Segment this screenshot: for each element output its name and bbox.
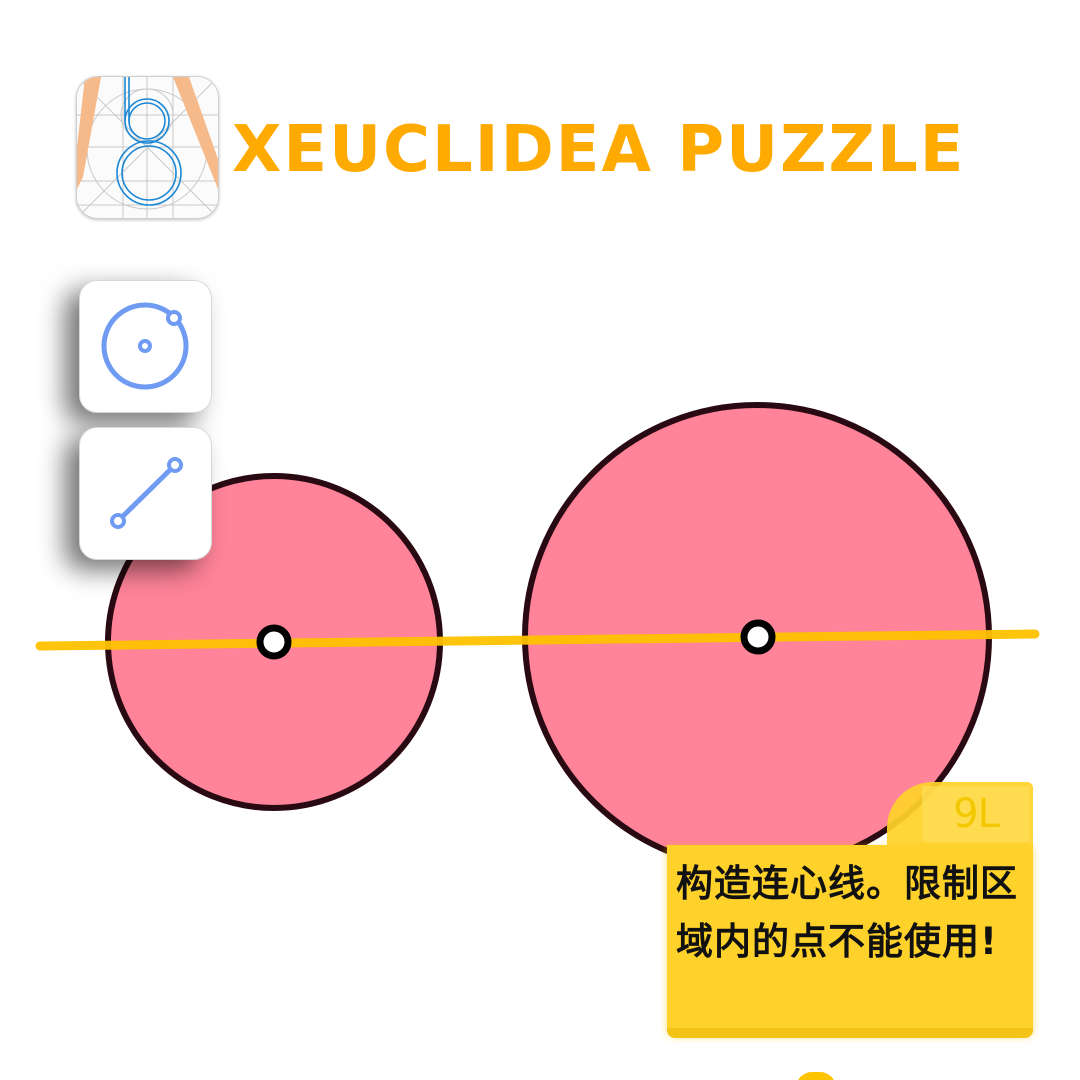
- large-circle-center-point[interactable]: [740, 619, 776, 655]
- goal-description: 构造连心线。限制区域内的点不能使用!: [676, 862, 1018, 963]
- small-circle-center-point[interactable]: [256, 624, 292, 660]
- circle-tool-button[interactable]: [79, 280, 212, 413]
- circle-tool-icon: [101, 302, 189, 390]
- line-tool-icon: [110, 457, 183, 529]
- game-screen: XEUCLIDEA PUZZLE 9L 构造连心线。限制区域内的点不能使用!: [0, 0, 1080, 1080]
- level-label: 9L: [922, 786, 1030, 842]
- line-tool-button[interactable]: [79, 427, 212, 560]
- goal-card-footer: [667, 1028, 1033, 1038]
